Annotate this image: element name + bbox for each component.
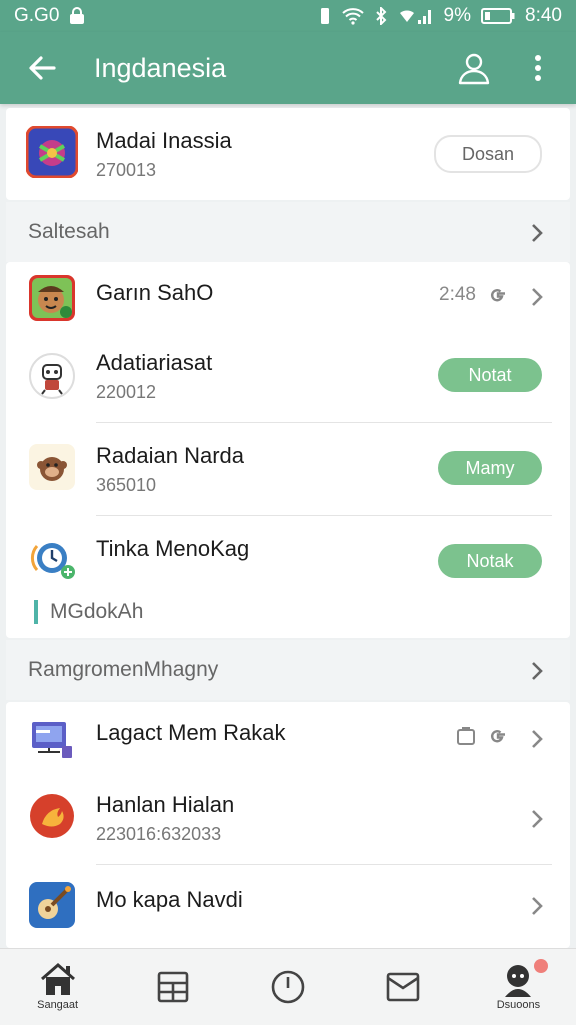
bluetooth-icon	[374, 7, 388, 25]
nav-item-clock[interactable]	[230, 949, 345, 1025]
more-vert-icon	[535, 55, 541, 81]
robot-app-icon	[29, 353, 75, 399]
list-item-name: Hanlan Hialan	[96, 792, 235, 817]
chevron-right-icon	[532, 224, 543, 242]
account-button[interactable]	[452, 46, 496, 90]
list-item[interactable]: Mo kapa Navdi	[6, 865, 570, 945]
list-item-name: Lagact Mem Rakak	[96, 720, 286, 745]
nav-label: Dsuoons	[496, 999, 541, 1011]
flame-app-icon	[30, 794, 74, 838]
list-item-name: Radaian Narda	[96, 443, 244, 468]
monitor-app-icon	[32, 722, 72, 758]
clipboard-icon	[457, 727, 475, 745]
accent-bar	[34, 600, 38, 624]
list-item-sub: 220012	[96, 382, 157, 402]
timer-app-icon	[30, 543, 75, 579]
featured-card: Madai Inassia 270013 Dosan	[6, 108, 570, 200]
section-2-label: RamgromenMhagny	[28, 658, 219, 681]
list-item-action-button[interactable]: Notat	[438, 358, 542, 392]
monkey-app-icon	[29, 444, 75, 490]
chevron-right-icon	[532, 897, 543, 915]
nav-label: Sangaat	[37, 999, 79, 1011]
list-item-name: Garın SahO	[96, 280, 214, 305]
chevron-right-icon	[532, 662, 543, 680]
google-g-icon	[490, 289, 505, 302]
subheader-label: MGdokAh	[50, 600, 144, 623]
featured-app-sub: 270013	[96, 160, 157, 180]
list-item-action-button[interactable]: Notak	[438, 544, 542, 578]
status-left-text: G.G0	[14, 5, 60, 26]
home-icon	[40, 963, 75, 995]
chevron-right-icon	[532, 288, 543, 306]
list-item-action-button[interactable]: Mamy	[438, 451, 542, 485]
google-g-icon	[490, 730, 505, 743]
game-app-icon	[26, 126, 78, 178]
list-item[interactable]: Tinka MenoKag Notak	[6, 516, 570, 600]
arrow-left-icon	[29, 56, 56, 80]
profile-icon	[505, 965, 532, 997]
bottom-navigation: Sangaat Dsuoons	[0, 948, 576, 1025]
status-time: 8:40	[525, 5, 562, 26]
nav-item-profile[interactable]: Dsuoons	[461, 949, 576, 1025]
battery-icon	[481, 7, 515, 25]
grid-icon	[157, 971, 189, 1003]
list-item-sub: 223016:632033	[96, 824, 222, 844]
vibrate-icon	[318, 7, 332, 25]
back-button[interactable]	[22, 48, 62, 88]
list-item-name: Mo kapa Navdi	[96, 887, 243, 912]
inbox-icon	[386, 972, 420, 1002]
subheader: MGdokAh	[34, 600, 143, 624]
list-item-sub: 365010	[96, 475, 157, 495]
section-header-1[interactable]: Saltesah	[6, 202, 570, 262]
list-card-2: Lagact Mem Rakak Hanlan Hialan 223016:63…	[6, 702, 570, 948]
list-card-1: Garın SahO 2:48 Adatiariasat 220012 Nota…	[6, 262, 570, 638]
list-item[interactable]: Garın SahO 2:48	[6, 262, 570, 332]
page-title: Ingdanesia	[94, 52, 227, 83]
chevron-right-icon	[532, 810, 543, 828]
list-item-name: Adatiariasat	[96, 350, 213, 375]
wifi-icon	[341, 7, 364, 25]
list-item[interactable]: Lagact Mem Rakak	[6, 702, 570, 774]
section-1-label: Saltesah	[28, 220, 110, 243]
chevron-right-icon	[532, 730, 543, 748]
section-header-2[interactable]: RamgromenMhagny	[6, 640, 570, 700]
battery-percent: 9%	[443, 5, 472, 26]
more-options-button[interactable]	[516, 46, 560, 90]
featured-row[interactable]: Madai Inassia 270013 Dosan	[6, 108, 570, 200]
status-bar: G.G0 9% 8:40	[0, 0, 576, 32]
list-item[interactable]: Hanlan Hialan 223016:632033	[6, 776, 570, 864]
guitar-app-icon	[29, 882, 75, 928]
clock-icon	[271, 970, 305, 1004]
list-item[interactable]: Radaian Narda 365010 Mamy	[6, 423, 570, 515]
featured-action-button[interactable]: Dosan	[434, 135, 542, 173]
app-bar: Ingdanesia	[0, 32, 576, 104]
nav-item-inbox[interactable]	[346, 949, 461, 1025]
featured-app-name: Madai Inassia	[96, 128, 232, 153]
list-item-name: Tinka MenoKag	[96, 536, 250, 561]
list-item-meta: 2:48	[439, 284, 476, 305]
user-icon	[458, 53, 490, 85]
nav-item-home[interactable]: Sangaat	[0, 949, 115, 1025]
list-item[interactable]: Adatiariasat 220012 Notat	[6, 334, 570, 422]
character-app-icon	[29, 275, 75, 321]
lock-icon	[69, 7, 85, 25]
nav-item-grid[interactable]	[115, 949, 230, 1025]
signal-icon	[398, 7, 434, 25]
notification-badge	[534, 959, 549, 973]
